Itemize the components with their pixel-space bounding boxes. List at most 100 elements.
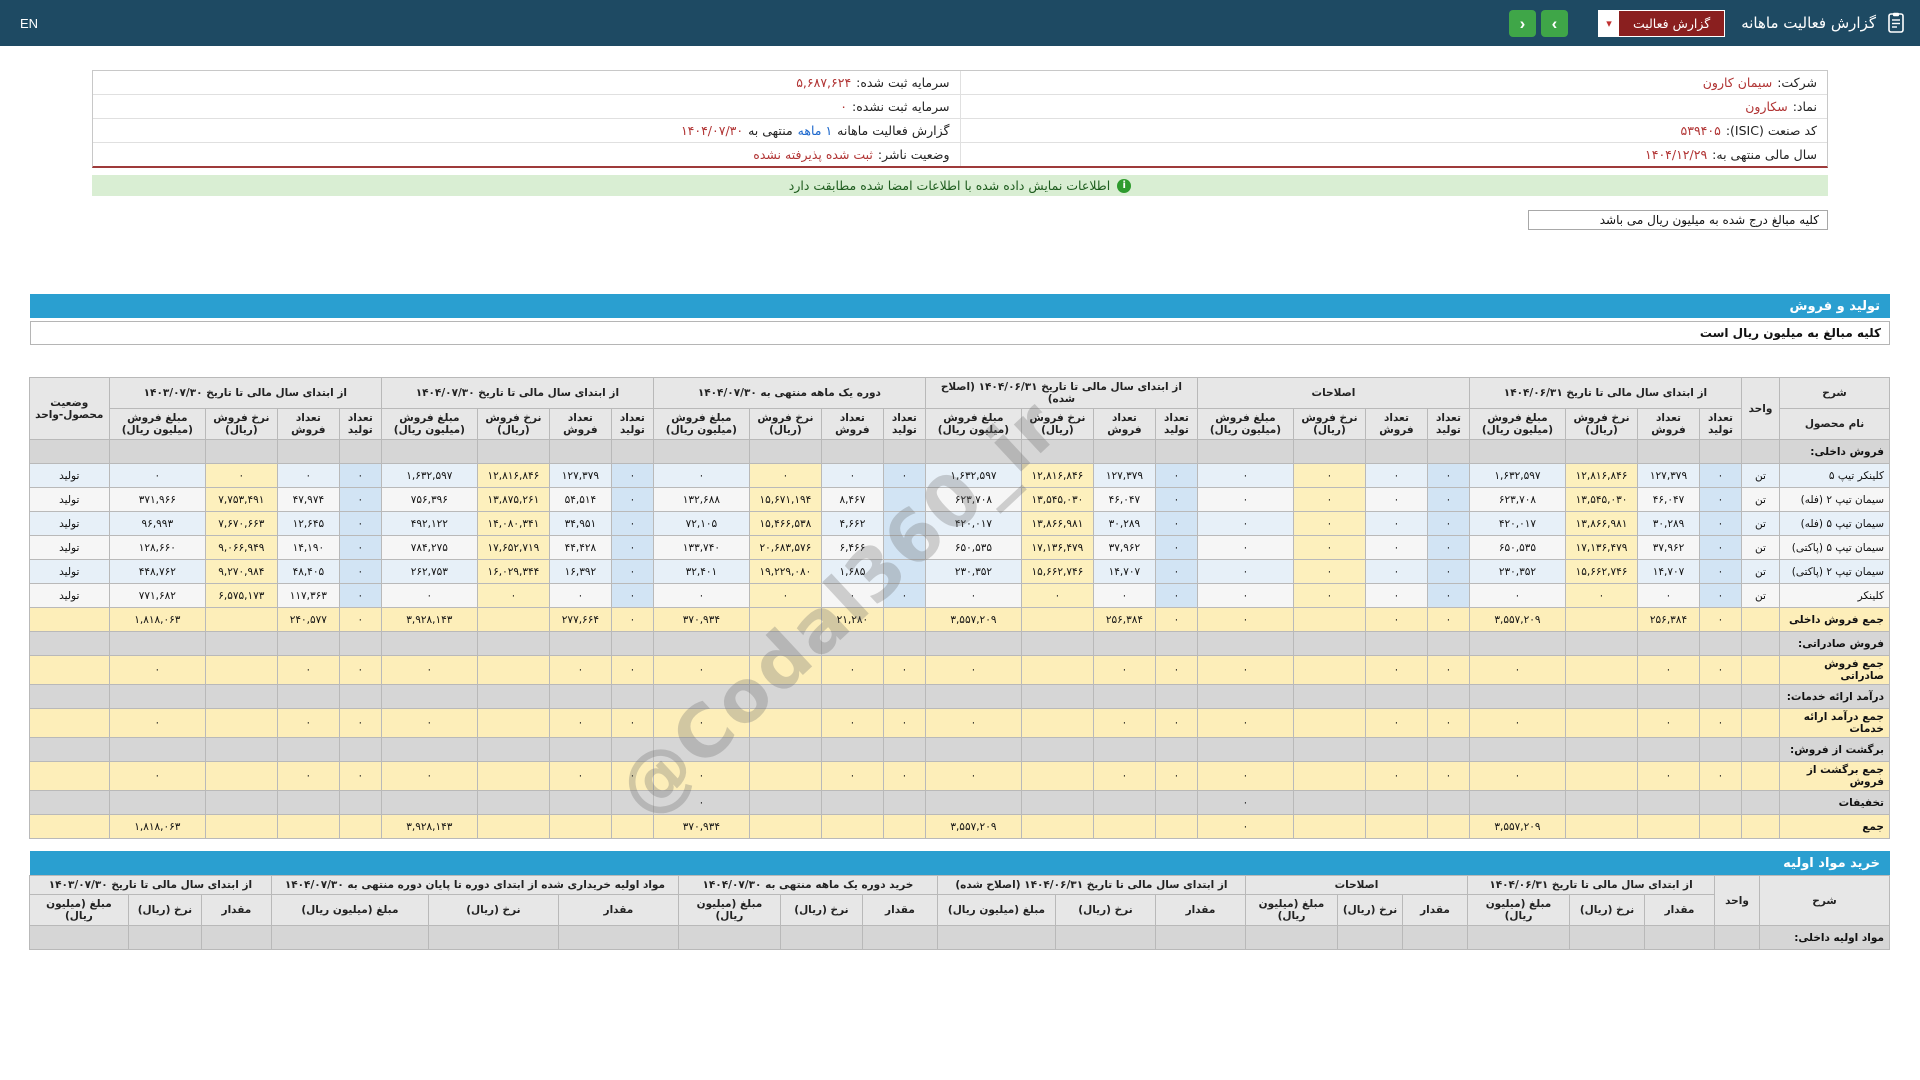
value-cell	[924, 439, 1022, 464]
table-subtitle: کلیه مبالغ به میلیون ریال است	[30, 321, 1890, 345]
value-cell	[652, 684, 750, 709]
value-cell	[204, 631, 278, 656]
value-cell: ۰	[1292, 535, 1366, 560]
language-toggle-en[interactable]: EN	[14, 16, 44, 31]
value-cell: ۳۷,۹۶۲	[1092, 535, 1156, 560]
value-cell	[1426, 814, 1470, 839]
value-cell: ۳,۹۲۸,۱۴۳	[380, 814, 478, 839]
value-cell: ۰	[276, 463, 340, 488]
value-cell	[200, 925, 272, 950]
value-cell	[380, 790, 478, 815]
value-cell	[882, 535, 926, 560]
unit-cell	[1741, 761, 1780, 791]
value-cell: ۰	[924, 655, 1022, 685]
col-subheader: نرخ (ریال)	[1569, 894, 1645, 926]
value-cell: ۲۷۷,۶۶۴	[548, 607, 612, 632]
value-cell: ۰	[108, 463, 206, 488]
value-cell	[476, 814, 550, 839]
value-cell: ۰	[610, 511, 654, 536]
value-cell: ۱۳,۵۴۵,۰۳۰	[1020, 487, 1094, 512]
value-cell: ۰	[652, 708, 750, 738]
value-cell: ۰	[1154, 535, 1198, 560]
info-value: ثبت شده پذیرفته نشده	[753, 147, 873, 162]
value-cell	[204, 761, 278, 791]
value-cell	[1092, 631, 1156, 656]
value-cell	[1565, 814, 1638, 839]
value-cell: ۰	[1364, 607, 1428, 632]
value-cell	[276, 684, 340, 709]
value-cell	[652, 631, 750, 656]
col-subheader: نرخ (ریال)	[127, 894, 202, 926]
value-cell: ۰	[652, 655, 750, 685]
value-cell	[1292, 684, 1366, 709]
info-report-period: گزارش فعالیت ماهانه ۱ ماهه منتهی به ۱۴۰۴…	[93, 119, 960, 142]
value-cell	[1196, 684, 1294, 709]
unit-cell	[1741, 684, 1780, 709]
row-label: مواد اولیه داخلی:	[1759, 925, 1890, 950]
value-cell: ۱,۸۱۸,۰۶۳	[108, 607, 206, 632]
value-cell	[1565, 737, 1638, 762]
value-cell	[1426, 684, 1470, 709]
chevron-down-icon[interactable]: ▾	[1598, 10, 1619, 36]
value-cell: ۰	[1699, 463, 1742, 488]
value-cell	[882, 511, 926, 536]
col-subheader: نرخ فروش (ریال)	[748, 408, 822, 440]
signed-data-notice: i اطلاعات نمایش داده شده با اطلاعات امضا…	[92, 175, 1828, 196]
table-row-section: درآمد ارائه خدمات:	[28, 684, 1890, 709]
value-cell	[108, 684, 206, 709]
value-cell	[820, 790, 884, 815]
value-cell	[1364, 737, 1428, 762]
value-cell	[127, 925, 202, 950]
value-cell: ۱۹,۲۲۹,۰۸۰	[748, 559, 822, 584]
value-cell	[1292, 761, 1366, 791]
value-cell	[1020, 708, 1094, 738]
table-row-data: سیمان تیپ ۲ (پاکتی) تن ۰ ۱۴,۷۰۷ ۱۵,۶۶۲,۷۴۶ ۲۳…	[28, 559, 1890, 584]
value-cell: ۰	[1092, 655, 1156, 685]
value-cell	[1426, 737, 1470, 762]
value-cell	[748, 684, 822, 709]
value-cell	[1020, 631, 1094, 656]
col-subheader: تعداد فروش	[1364, 408, 1428, 440]
value-cell: ۷۸۴,۲۷۵	[380, 535, 478, 560]
value-cell: ۳۷,۹۶۲	[1637, 535, 1700, 560]
value-cell	[1565, 655, 1638, 685]
table-row-data: کلینکر تن ۰ ۰ ۰ ۰ ۰ ۰ ۰ ۰ ۰ ۰ ۰ ۰ ۰ ۰ ۰ ۰ ۰ ۰ ۰ ۰ ۰ ۱۱۷,۳۶۳ ۶,۵۷…	[28, 583, 1890, 608]
value-cell: ۷۵۶,۳۹۶	[380, 487, 478, 512]
value-cell: ۰	[610, 607, 654, 632]
value-cell	[610, 631, 654, 656]
section-bar-production-sales: تولید و فروش	[30, 294, 1890, 318]
value-cell: ۳,۵۵۷,۲۰۹	[1468, 607, 1567, 632]
value-cell: ۰	[1154, 655, 1198, 685]
nav-forward-button[interactable]: ›	[1540, 9, 1568, 37]
row-label: سیمان تیپ ۵ (فله)	[1779, 511, 1890, 536]
value-cell	[1699, 737, 1742, 762]
value-cell: ۱۲۸,۶۶۰	[108, 535, 206, 560]
value-cell	[380, 684, 478, 709]
value-cell	[338, 631, 382, 656]
value-cell	[924, 631, 1022, 656]
value-cell	[1337, 925, 1403, 950]
value-cell: ۰	[820, 583, 884, 608]
value-cell	[1364, 790, 1428, 815]
period-link[interactable]: ۱ ماهه	[798, 123, 833, 138]
value-cell: ۰	[1364, 583, 1428, 608]
info-value: ۵۳۹۴۰۵	[1680, 123, 1721, 138]
company-info-section: شرکت: سیمان کارون سرمایه ثبت شده: ۵,۶۸۷,…	[92, 70, 1828, 230]
value-cell	[1292, 631, 1366, 656]
value-cell	[204, 607, 278, 632]
report-type-label[interactable]: گزارش فعالیت	[1618, 10, 1725, 36]
status-cell	[28, 708, 110, 738]
col-subheader: تعداد تولید	[1154, 408, 1198, 440]
report-type-dropdown[interactable]: گزارش فعالیت ▾	[1597, 9, 1726, 37]
value-cell: ۰	[338, 708, 382, 738]
col-group-header: از ابتدای سال مالی تا تاریخ ۱۴۰۴/۰۶/۳۱ (…	[924, 377, 1198, 409]
value-cell: ۰	[1364, 463, 1428, 488]
notice-text: اطلاعات نمایش داده شده با اطلاعات امضا ش…	[788, 178, 1111, 193]
value-cell	[276, 737, 340, 762]
nav-back-button[interactable]: ‹	[1508, 9, 1536, 37]
value-cell: ۱۳۳,۷۴۰	[652, 535, 750, 560]
col-subheader: مبلغ فروش (میلیون ریال)	[380, 408, 478, 440]
value-cell	[748, 814, 822, 839]
col-subheader: تعداد تولید	[610, 408, 654, 440]
value-cell	[338, 684, 382, 709]
